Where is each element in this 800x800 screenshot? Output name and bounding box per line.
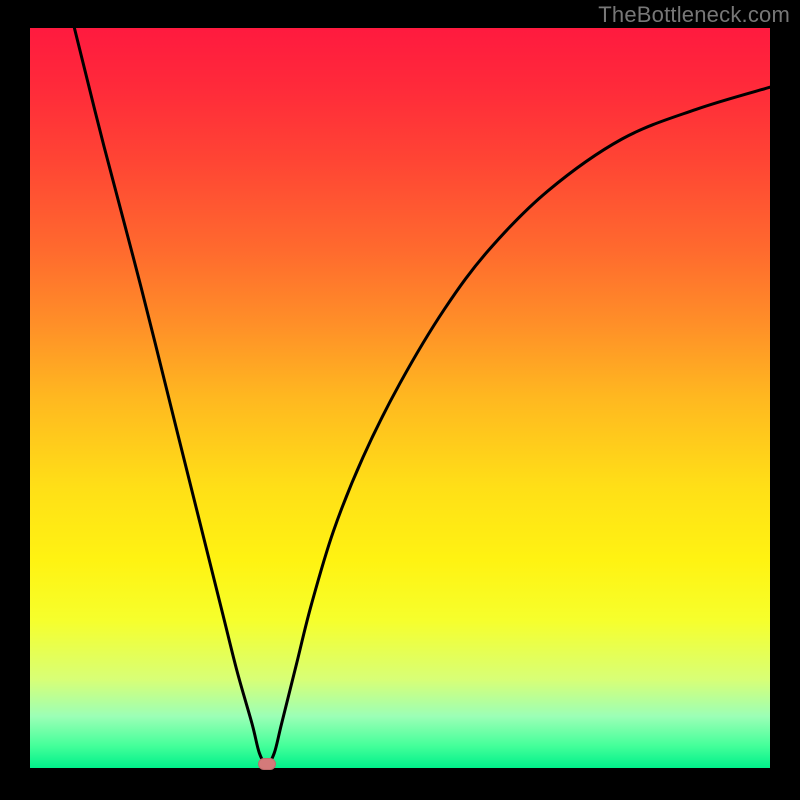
watermark-text: TheBottleneck.com bbox=[598, 2, 790, 28]
bottleneck-curve bbox=[74, 28, 770, 764]
plot-area bbox=[30, 28, 770, 768]
optimum-marker bbox=[258, 758, 276, 770]
chart-frame: TheBottleneck.com bbox=[0, 0, 800, 800]
curve-svg bbox=[30, 28, 770, 768]
